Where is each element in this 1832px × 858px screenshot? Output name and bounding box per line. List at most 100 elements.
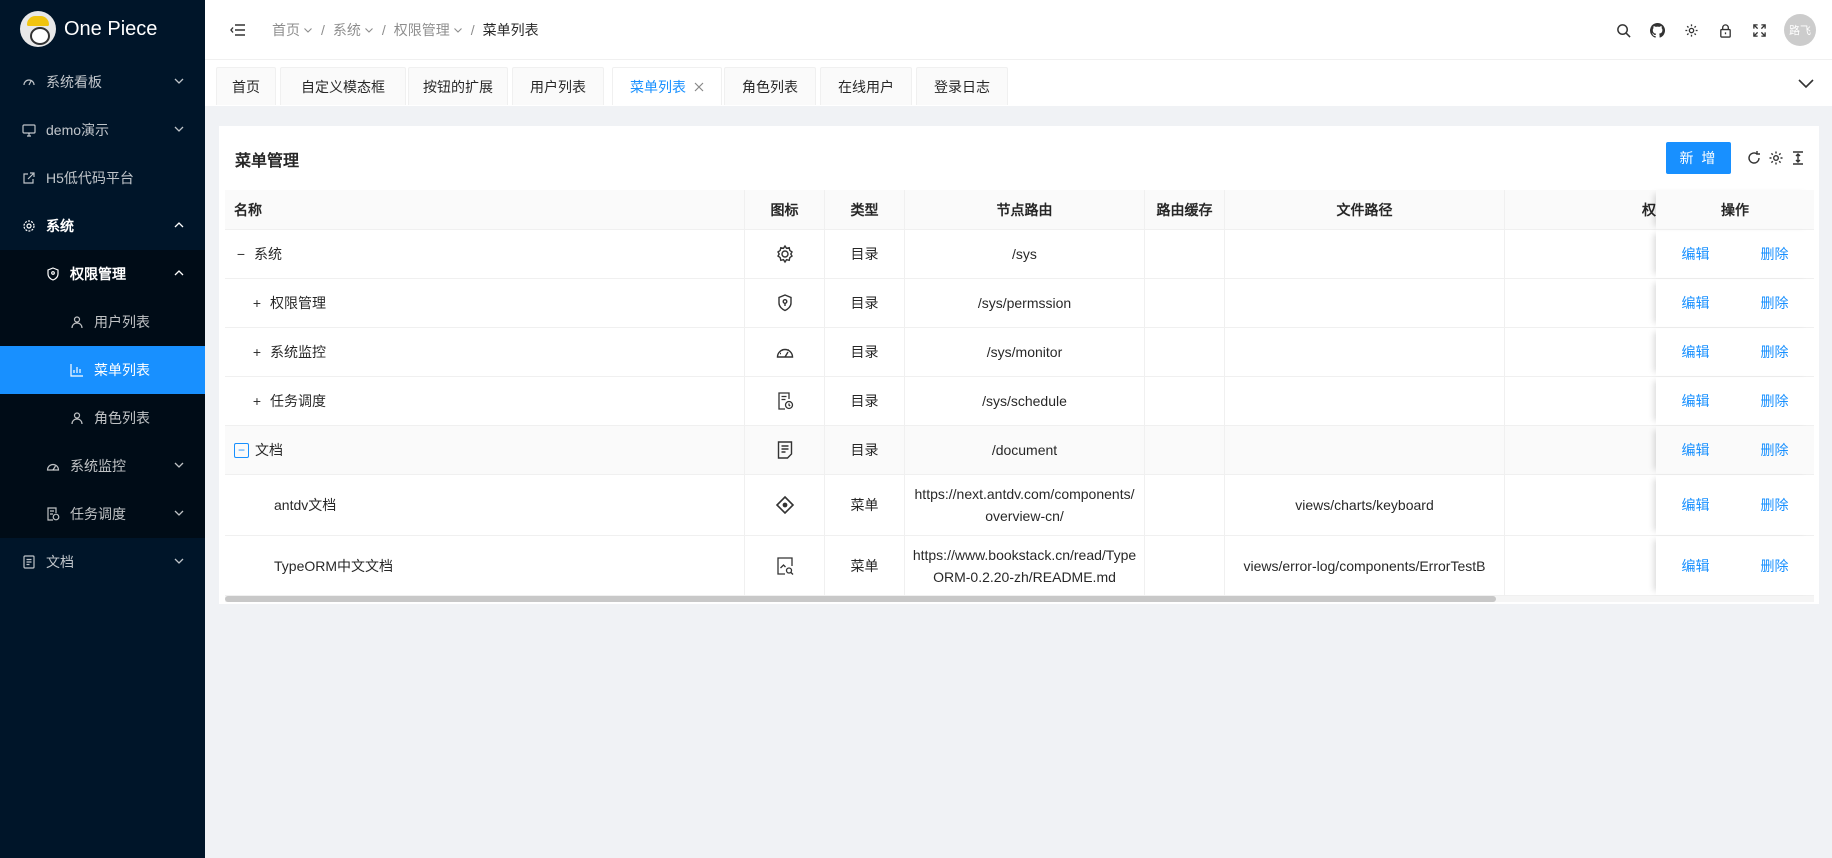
- tab-custom-modal[interactable]: 自定义模态框: [280, 67, 406, 105]
- edit-button[interactable]: 编辑: [1682, 293, 1710, 313]
- sidebar-item-label: demo演示: [46, 122, 110, 138]
- edit-button[interactable]: 编辑: [1682, 391, 1710, 411]
- sidebar-item-system[interactable]: 系统: [0, 202, 205, 250]
- table-row: + 系统监控 目录 /sys/monitor 编辑 删除: [225, 328, 1814, 377]
- column-header-icon[interactable]: 图标: [745, 190, 825, 230]
- file-search-icon: [775, 556, 795, 576]
- cell-path: views/error-log/components/ErrorTestB: [1225, 536, 1505, 595]
- delete-button[interactable]: 删除: [1761, 391, 1789, 411]
- column-header-permission[interactable]: 权: [1505, 190, 1656, 230]
- sidebar-item-demo[interactable]: demo演示: [0, 106, 205, 154]
- tab-menu-list[interactable]: 菜单列表: [612, 67, 722, 105]
- breadcrumb-item-permission[interactable]: 权限管理: [394, 20, 463, 40]
- header-actions: 路飞: [1606, 0, 1832, 60]
- sidebar-item-dashboard[interactable]: 系统看板: [0, 58, 205, 106]
- cell-type: 目录: [825, 279, 905, 327]
- cell-name: − 系统: [225, 230, 745, 278]
- breadcrumb-item-system[interactable]: 系统: [333, 20, 374, 40]
- breadcrumb-item-home[interactable]: 首页: [272, 20, 313, 40]
- delete-button[interactable]: 删除: [1761, 244, 1789, 264]
- edit-button[interactable]: 编辑: [1682, 556, 1710, 576]
- cell-route: /sys/schedule: [905, 377, 1145, 425]
- cell-name: TypeORM中文文档: [225, 536, 745, 595]
- tab-label: 在线用户: [838, 78, 894, 95]
- chevron-down-icon: [174, 126, 184, 132]
- settings-icon[interactable]: [1674, 13, 1708, 47]
- column-header-cache[interactable]: 路由缓存: [1145, 190, 1225, 230]
- logo[interactable]: One Piece: [0, 0, 205, 58]
- cell-icon: [745, 328, 825, 376]
- chevron-down-icon[interactable]: [1798, 76, 1814, 90]
- user-icon: [70, 315, 84, 329]
- gear-icon: [775, 244, 795, 264]
- desktop-icon: [22, 123, 36, 137]
- tab-label: 按钮的扩展: [423, 78, 493, 95]
- external-link-icon: [22, 171, 36, 185]
- expand-icon[interactable]: +: [250, 393, 264, 409]
- column-header-type[interactable]: 类型: [825, 190, 905, 230]
- sidebar-item-menu-list[interactable]: 菜单列表: [0, 346, 205, 394]
- antd-icon: [775, 495, 795, 515]
- sidebar-item-label: 文档: [46, 554, 74, 570]
- cell-permission: [1505, 426, 1656, 474]
- breadcrumb-item-current: 菜单列表: [482, 21, 539, 38]
- sidebar-item-permission[interactable]: 权限管理: [0, 250, 205, 298]
- sidebar-item-monitor[interactable]: 系统监控: [0, 442, 205, 490]
- table-row: − 文档 目录 /document 编辑 删除: [225, 426, 1814, 475]
- tab-online-users[interactable]: 在线用户: [820, 67, 912, 105]
- row-name: 系统监控: [270, 344, 326, 360]
- collapse-icon[interactable]: −: [234, 442, 249, 458]
- sidebar-item-label: 任务调度: [70, 506, 126, 522]
- column-header-name[interactable]: 名称: [225, 190, 745, 230]
- avatar[interactable]: 路飞: [1784, 14, 1816, 46]
- column-header-path[interactable]: 文件路径: [1225, 190, 1505, 230]
- sidebar-item-schedule[interactable]: 任务调度: [0, 490, 205, 538]
- column-header-route[interactable]: 节点路由: [905, 190, 1145, 230]
- fullscreen-icon[interactable]: [1742, 13, 1776, 47]
- sidebar-item-role-list[interactable]: 角色列表: [0, 394, 205, 442]
- cell-ops: 编辑 删除: [1656, 475, 1814, 535]
- cell-permission: [1505, 328, 1656, 376]
- tab-role-list[interactable]: 角色列表: [724, 67, 816, 105]
- menu-fold-icon[interactable]: [230, 23, 246, 37]
- sidebar-item-docs[interactable]: 文档: [0, 538, 205, 586]
- row-name: 系统: [254, 246, 282, 262]
- tab-home[interactable]: 首页: [216, 67, 276, 105]
- scrollbar-thumb[interactable]: [225, 596, 1497, 602]
- expand-icon[interactable]: +: [250, 295, 264, 311]
- edit-button[interactable]: 编辑: [1682, 244, 1710, 264]
- delete-button[interactable]: 删除: [1761, 342, 1789, 362]
- delete-button[interactable]: 删除: [1761, 293, 1789, 313]
- add-button[interactable]: 新 增: [1666, 142, 1731, 174]
- horizontal-scrollbar[interactable]: [225, 596, 1814, 602]
- delete-button[interactable]: 删除: [1761, 440, 1789, 460]
- delete-button[interactable]: 删除: [1761, 495, 1789, 515]
- cell-name: + 权限管理: [225, 279, 745, 327]
- column-height-icon[interactable]: [1790, 150, 1806, 166]
- sidebar-item-user-list[interactable]: 用户列表: [0, 298, 205, 346]
- chevron-up-icon: [174, 270, 184, 276]
- reload-icon[interactable]: [1746, 150, 1762, 166]
- cell-icon: [745, 230, 825, 278]
- search-icon[interactable]: [1606, 13, 1640, 47]
- row-name: 任务调度: [270, 393, 326, 409]
- edit-button[interactable]: 编辑: [1682, 495, 1710, 515]
- tab-user-list[interactable]: 用户列表: [512, 67, 604, 105]
- header: 首页 / 系统 / 权限管理 / 菜单列表 路飞: [205, 0, 1832, 60]
- expand-icon[interactable]: +: [250, 344, 264, 360]
- delete-button[interactable]: 删除: [1761, 556, 1789, 576]
- cell-cache: [1145, 475, 1225, 535]
- edit-button[interactable]: 编辑: [1682, 342, 1710, 362]
- sidebar-item-h5[interactable]: H5低代码平台: [0, 154, 205, 202]
- sidebar-item-label: H5低代码平台: [46, 170, 134, 186]
- collapse-icon[interactable]: −: [234, 246, 248, 262]
- cell-ops: 编辑 删除: [1656, 377, 1814, 425]
- cell-ops: 编辑 删除: [1656, 426, 1814, 474]
- github-icon[interactable]: [1640, 13, 1674, 47]
- lock-icon[interactable]: [1708, 13, 1742, 47]
- edit-button[interactable]: 编辑: [1682, 440, 1710, 460]
- tab-login-log[interactable]: 登录日志: [916, 67, 1008, 105]
- settings-icon[interactable]: [1768, 150, 1784, 166]
- tab-button-ext[interactable]: 按钮的扩展: [408, 67, 508, 105]
- close-icon[interactable]: [694, 82, 704, 92]
